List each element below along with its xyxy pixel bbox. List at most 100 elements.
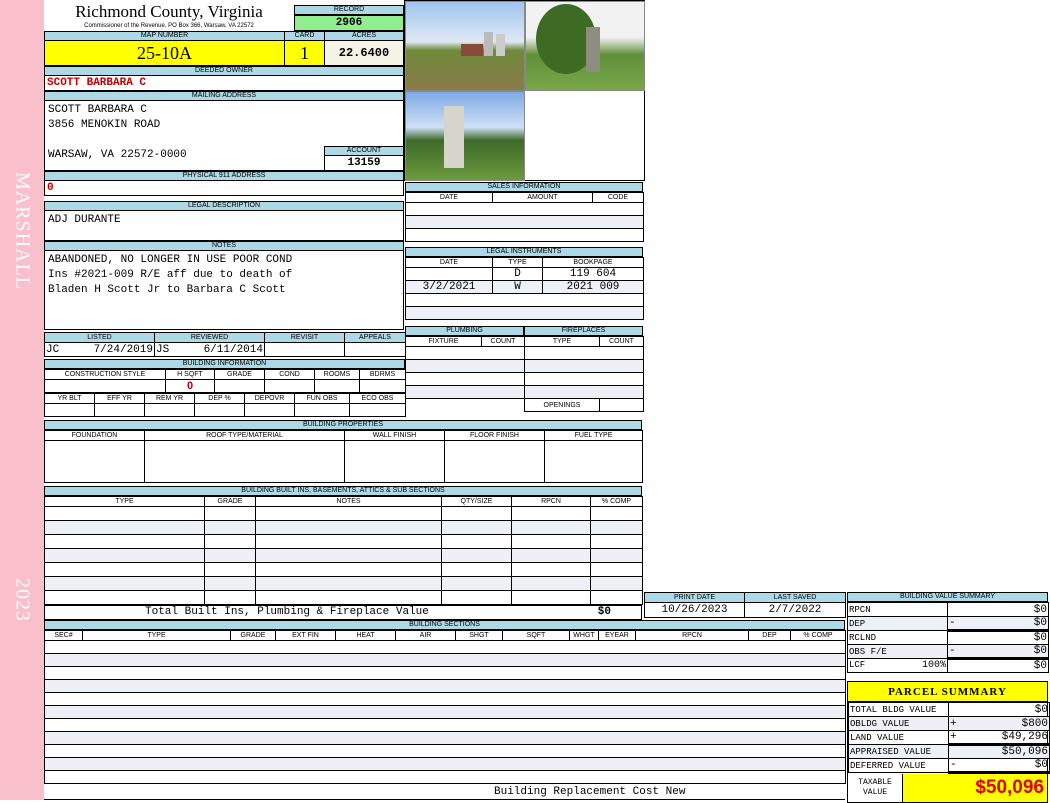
col-sale-date: DATE bbox=[405, 192, 493, 203]
instrument-type: W bbox=[492, 280, 543, 294]
built-in-cell bbox=[511, 576, 591, 591]
built-in-cell bbox=[590, 576, 643, 591]
notes-line-1: ABANDONED, NO LONGER IN USE POOR COND bbox=[48, 254, 293, 266]
summary-row: RCLND $0 bbox=[847, 630, 1049, 645]
built-in-row bbox=[44, 590, 643, 605]
listed-date: 7/24/2019 bbox=[93, 343, 153, 356]
summary-sign: + bbox=[950, 731, 957, 743]
sales-title: SALES INFORMATION bbox=[405, 182, 643, 192]
instrument-type: D bbox=[492, 267, 543, 281]
built-in-cell bbox=[255, 576, 442, 591]
built-in-cell bbox=[204, 506, 256, 521]
map-number: 25-10A bbox=[44, 40, 285, 66]
summary-value-cell: $0 bbox=[947, 630, 1049, 645]
col-eff-yr: EFF YR bbox=[94, 393, 145, 404]
reviewed-by: JS bbox=[156, 343, 170, 356]
section-col-header: AIR bbox=[395, 630, 456, 641]
built-ins: BUILDING BUILT INS, BASEMENTS, ATTICS & … bbox=[44, 486, 643, 620]
building-sections: BUILDING SECTIONS SEC# TYPE GRADE EXT FIN HE… bbox=[44, 620, 846, 800]
col-fuel-type: FUEL TYPE bbox=[544, 430, 643, 441]
col-construction-style: CONSTRUCTION STYLE bbox=[44, 369, 166, 380]
section-col-header: SHGT bbox=[455, 630, 503, 641]
built-in-cell bbox=[441, 534, 512, 549]
built-in-cell bbox=[204, 520, 256, 535]
silo-icon bbox=[484, 32, 493, 56]
barn-icon bbox=[461, 44, 483, 56]
h-sqft-value: 0 bbox=[165, 379, 215, 393]
built-in-row bbox=[44, 506, 643, 521]
summary-label: LAND VALUE bbox=[848, 730, 949, 745]
built-in-cell bbox=[255, 548, 442, 563]
built-in-cell bbox=[44, 520, 205, 535]
col-eco-obs: ECO OBS bbox=[349, 393, 406, 404]
summary-value-cell: + $800 bbox=[948, 716, 1050, 731]
built-in-cell bbox=[511, 590, 591, 605]
built-in-cell bbox=[590, 520, 643, 535]
built-in-cell bbox=[255, 520, 442, 535]
summary-value-cell: - $0 bbox=[948, 758, 1050, 774]
summary-value: $800 bbox=[1021, 717, 1048, 730]
section-col-header: HEAT bbox=[335, 630, 396, 641]
summary-label: DEFERRED VALUE bbox=[848, 758, 949, 773]
built-in-cell bbox=[255, 534, 442, 549]
col-bi-rpcn: RPCN bbox=[511, 496, 591, 507]
summary-label: OBS F/E bbox=[847, 644, 948, 659]
listed-by: JC bbox=[46, 343, 60, 356]
property-photo-1[interactable] bbox=[405, 1, 525, 91]
built-in-cell bbox=[255, 506, 442, 521]
legal-description: ADJ DURANTE bbox=[44, 210, 404, 241]
section-cell bbox=[44, 692, 846, 706]
review-table: LISTED REVIEWED REVISIT APPEALS JC 7/24/2019… bbox=[44, 332, 406, 357]
section-row bbox=[44, 705, 846, 719]
parcel-summary-title: PARCEL SUMMARY bbox=[848, 682, 1047, 702]
replacement-cost-label: Building Replacement Cost New bbox=[494, 786, 686, 798]
col-rooms: ROOMS bbox=[314, 369, 360, 380]
last-saved: 2/7/2022 bbox=[744, 602, 846, 618]
section-col-header: GRADE bbox=[230, 630, 276, 641]
fireplaces-title: FIREPLACES bbox=[524, 326, 643, 336]
appeals-value bbox=[344, 342, 406, 357]
parcel-summary: PARCEL SUMMARY TOTAL BLDG VALUE $0 OBLDG V… bbox=[847, 681, 1050, 803]
col-foundation: FOUNDATION bbox=[44, 430, 145, 441]
summary-value: $0 bbox=[1033, 603, 1047, 616]
summary-label: APPRAISED VALUE bbox=[848, 744, 949, 759]
record-label: RECORD bbox=[294, 5, 404, 15]
summary-label-text: LCF bbox=[849, 660, 866, 670]
taxable-row: TAXABLE VALUE $50,096 bbox=[848, 774, 1047, 802]
summary-value: $49,296 bbox=[1001, 731, 1048, 743]
summary-label-text: OBS F/E bbox=[849, 646, 887, 657]
built-in-cell bbox=[204, 534, 256, 549]
instrument-date bbox=[405, 267, 493, 281]
section-row bbox=[44, 731, 846, 745]
built-in-cell bbox=[441, 506, 512, 521]
property-photo-2[interactable] bbox=[525, 1, 645, 91]
summary-value: $0 bbox=[1033, 617, 1047, 629]
notes: ABANDONED, NO LONGER IN USE POOR COND In… bbox=[44, 250, 404, 330]
notes-line-2: Ins #2021-009 R/E aff due to death of bbox=[48, 269, 293, 281]
sidebar: MARSHALL 2023 bbox=[0, 0, 44, 800]
section-row bbox=[44, 666, 846, 680]
built-in-row bbox=[44, 562, 643, 577]
print-date-label: PRINT DATE bbox=[644, 592, 745, 603]
col-sale-code: CODE bbox=[592, 192, 644, 203]
silo-icon bbox=[496, 34, 505, 56]
summary-label-text: APPRAISED VALUE bbox=[850, 746, 932, 757]
section-row bbox=[44, 679, 846, 693]
summary-value-cell: - $0 bbox=[947, 644, 1049, 660]
building-properties-title: BUILDING PROPERTIES bbox=[44, 420, 642, 430]
built-in-cell bbox=[590, 562, 643, 577]
col-wall-finish: WALL FINISH bbox=[344, 430, 445, 441]
summary-row: LAND VALUE + $49,296 bbox=[848, 730, 1050, 746]
section-col-header: SEC# bbox=[44, 630, 83, 641]
property-photo-3[interactable] bbox=[405, 91, 525, 181]
section-col-header: % COMP bbox=[790, 630, 846, 641]
silo-icon bbox=[586, 27, 600, 72]
sidebar-year: 2023 bbox=[11, 578, 34, 622]
section-col-header: DEP bbox=[748, 630, 791, 641]
built-in-cell bbox=[511, 520, 591, 535]
built-in-row bbox=[44, 534, 643, 549]
summary-value: $0 bbox=[1033, 632, 1047, 644]
built-in-cell bbox=[44, 576, 205, 591]
summary-value: $50,096 bbox=[1001, 746, 1048, 758]
section-row bbox=[44, 653, 846, 667]
